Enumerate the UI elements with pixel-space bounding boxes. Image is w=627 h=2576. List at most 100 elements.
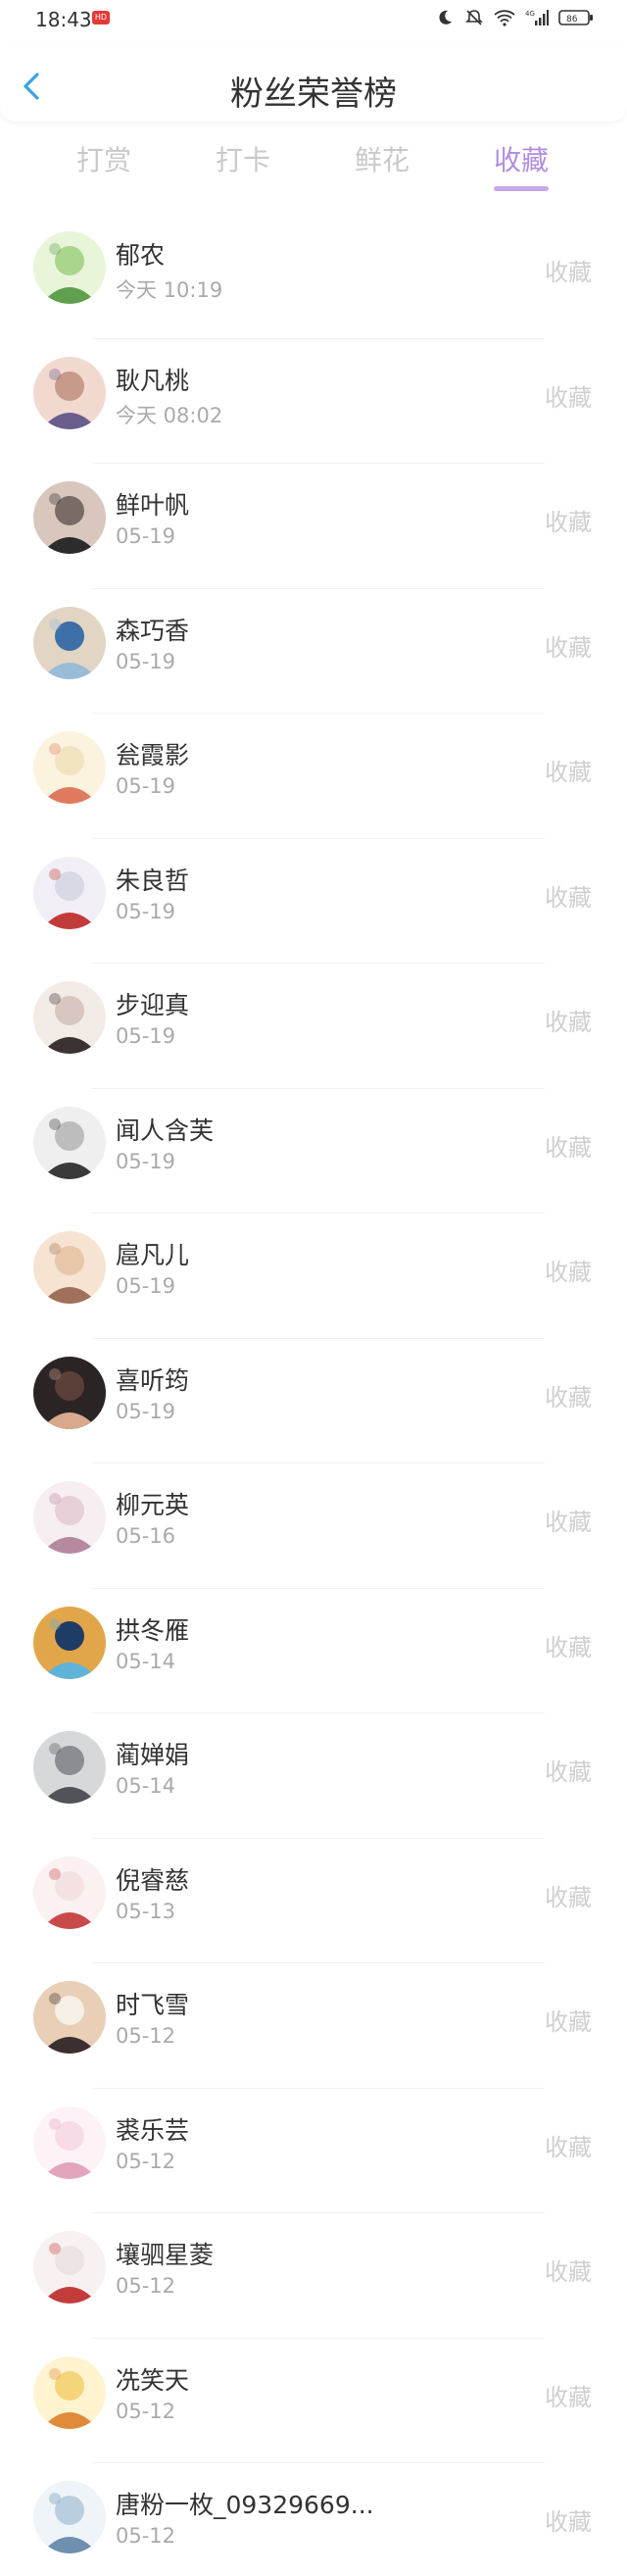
avatar[interactable] — [33, 1231, 106, 1304]
fan-name: 喜听筠 — [116, 1365, 190, 1395]
tab-bar: 打赏 打卡 鲜花 收藏 — [0, 125, 627, 196]
list-item[interactable]: 蔺婵娟 05-14 收藏 — [0, 1713, 627, 1839]
avatar[interactable] — [33, 2105, 106, 2179]
favorite-label: 收藏 — [545, 2508, 592, 2536]
avatar[interactable] — [33, 356, 106, 429]
fan-name: 柳元英 — [116, 1491, 190, 1519]
fan-date: 05-12 — [116, 2024, 176, 2048]
avatar[interactable] — [33, 1731, 106, 1804]
fan-date: 05-12 — [116, 2524, 176, 2548]
avatar[interactable] — [33, 1106, 106, 1179]
list-item[interactable]: 森巧香 05-19 收藏 — [0, 589, 627, 714]
favorite-label: 收藏 — [545, 2133, 592, 2161]
favorite-label: 收藏 — [545, 2258, 592, 2286]
avatar[interactable] — [33, 1606, 106, 1679]
favorite-label: 收藏 — [545, 1759, 592, 1786]
list-item[interactable]: 时飞雪 05-12 收藏 — [0, 1963, 627, 2089]
fan-name: 壤驷星菱 — [116, 2241, 215, 2269]
list-item[interactable]: 鲜叶帆 05-19 收藏 — [0, 464, 627, 589]
fan-date: 05-16 — [116, 1524, 176, 1548]
status-time: 18:43 — [35, 8, 92, 31]
avatar[interactable] — [33, 481, 106, 554]
list-item[interactable]: 扈凡儿 05-19 收藏 — [0, 1214, 627, 1339]
svg-text:86: 86 — [566, 15, 578, 25]
notification-badge-icon: HD — [92, 11, 110, 25]
list-item[interactable]: 冼笑天 05-12 收藏 — [0, 2339, 627, 2463]
list-item[interactable]: 唐粉一枚_09329669... 05-12 收藏 — [0, 2463, 627, 2576]
fan-name: 鲜叶帆 — [116, 491, 190, 520]
fan-name: 森巧香 — [116, 616, 190, 645]
list-item[interactable]: 倪睿慈 05-13 收藏 — [0, 1839, 627, 1963]
fan-name: 扈凡儿 — [116, 1241, 190, 1269]
fan-name: 时飞雪 — [116, 1991, 190, 2019]
favorite-label: 收藏 — [545, 759, 592, 786]
tab-checkin[interactable]: 打卡 — [199, 139, 287, 178]
fan-date: 05-19 — [116, 524, 176, 548]
fan-date: 05-12 — [116, 2274, 176, 2298]
fan-date: 05-19 — [116, 1024, 176, 1048]
favorite-label: 收藏 — [545, 1133, 592, 1162]
favorite-label: 收藏 — [545, 509, 592, 536]
fan-date: 05-19 — [116, 899, 176, 923]
list-item[interactable]: 瓮霞影 05-19 收藏 — [0, 714, 627, 839]
favorite-label: 收藏 — [545, 633, 592, 662]
fan-name: 倪睿慈 — [116, 1865, 190, 1895]
fan-date: 05-19 — [116, 1274, 176, 1298]
fan-date: 05-13 — [116, 1899, 176, 1923]
favorite-label: 收藏 — [545, 259, 592, 286]
fan-name: 蔺婵娟 — [116, 1741, 190, 1769]
favorite-label: 收藏 — [545, 1633, 592, 1661]
list-item[interactable]: 步迎真 05-19 收藏 — [0, 964, 627, 1089]
nav-bar: 粉丝荣誉榜 — [0, 43, 627, 122]
favorite-label: 收藏 — [545, 2008, 592, 2036]
favorite-label: 收藏 — [545, 1509, 592, 1536]
avatar[interactable] — [33, 856, 106, 929]
favorite-label: 收藏 — [545, 1383, 592, 1412]
fan-list: 郁农 今天 10:19 收藏 耿凡桃 今天 08:02 收藏 鲜叶帆 05-19 收藏 森巧香 05… — [0, 214, 627, 2576]
fan-name: 裘乐芸 — [116, 2115, 190, 2145]
tab-favorites[interactable]: 收藏 — [477, 139, 565, 178]
svg-text:4G: 4G — [525, 10, 535, 18]
fan-name: 拱冬雁 — [116, 1615, 190, 1645]
avatar[interactable] — [33, 606, 106, 679]
avatar[interactable] — [33, 731, 106, 804]
status-bar: 18:43 HD 4G 86 — [0, 0, 627, 43]
avatar[interactable] — [33, 231, 106, 304]
fan-name: 朱良哲 — [116, 866, 190, 895]
fan-date: 05-19 — [116, 1399, 176, 1423]
favorite-label: 收藏 — [545, 1883, 592, 1911]
list-item[interactable]: 拱冬雁 05-14 收藏 — [0, 1589, 627, 1713]
favorite-label: 收藏 — [545, 2383, 592, 2411]
favorite-label: 收藏 — [545, 1009, 592, 1036]
list-item[interactable]: 朱良哲 05-19 收藏 — [0, 839, 627, 964]
list-item[interactable]: 壤驷星菱 05-12 收藏 — [0, 2213, 627, 2339]
tab-flowers[interactable]: 鲜花 — [338, 139, 426, 178]
fan-name: 步迎真 — [116, 991, 190, 1019]
favorite-label: 收藏 — [545, 383, 592, 412]
fan-date: 今天 08:02 — [116, 403, 223, 427]
avatar[interactable] — [33, 1981, 106, 2054]
tab-tip[interactable]: 打赏 — [60, 139, 148, 178]
avatar[interactable] — [33, 981, 106, 1054]
fan-date: 05-19 — [116, 1149, 176, 1173]
fan-date: 今天 10:19 — [116, 278, 223, 302]
avatar[interactable] — [33, 1856, 106, 1929]
list-item[interactable]: 喜听筠 05-19 收藏 — [0, 1339, 627, 1463]
fan-name: 瓮霞影 — [116, 741, 190, 769]
avatar[interactable] — [33, 2231, 106, 2304]
list-item[interactable]: 郁农 今天 10:19 收藏 — [0, 214, 627, 339]
favorite-label: 收藏 — [545, 1259, 592, 1286]
avatar[interactable] — [33, 2355, 106, 2429]
fan-date: 05-12 — [116, 2149, 176, 2173]
avatar[interactable] — [33, 2481, 106, 2553]
fan-name: 耿凡桃 — [116, 366, 190, 395]
avatar[interactable] — [33, 1356, 106, 1429]
wifi-icon — [494, 9, 515, 26]
avatar[interactable] — [33, 1481, 106, 1554]
list-item[interactable]: 闻人含芙 05-19 收藏 — [0, 1089, 627, 1214]
battery-icon: 86 — [558, 9, 594, 26]
fan-name: 闻人含芙 — [116, 1115, 215, 1145]
list-item[interactable]: 柳元英 05-16 收藏 — [0, 1463, 627, 1589]
list-item[interactable]: 耿凡桃今天 08:02 收藏 — [0, 339, 627, 464]
list-item[interactable]: 裘乐芸 05-12 收藏 — [0, 2089, 627, 2213]
